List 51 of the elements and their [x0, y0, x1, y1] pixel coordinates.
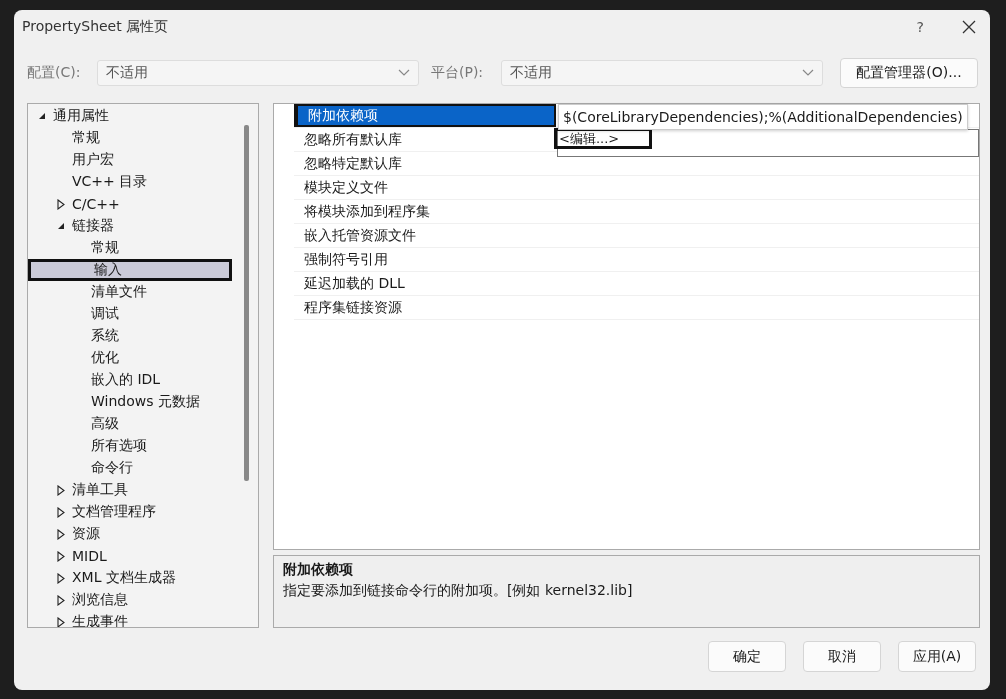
tree-item[interactable]: 高级 — [28, 413, 232, 435]
tree-item[interactable]: 命令行 — [28, 457, 232, 479]
tree-item[interactable]: 浏览信息 — [28, 589, 232, 611]
property-name[interactable]: 延迟加载的 DLL — [294, 272, 556, 295]
property-name[interactable]: 附加依赖项 — [294, 104, 556, 127]
property-name[interactable]: 程序集链接资源 — [294, 296, 556, 319]
window-title: PropertySheet 属性页 — [22, 18, 170, 36]
tree-item[interactable]: 优化 — [28, 347, 232, 369]
property-name[interactable]: 忽略特定默认库 — [294, 152, 556, 175]
tree-item[interactable]: C/C++ — [28, 193, 232, 215]
platform-dropdown[interactable]: 不适用 — [501, 60, 823, 86]
tree-item[interactable]: XML 文档生成器 — [28, 567, 232, 589]
chevron-down-icon — [802, 69, 814, 77]
tree-item[interactable]: 清单工具 — [28, 479, 232, 501]
property-name[interactable]: 模块定义文件 — [294, 176, 556, 199]
property-name[interactable]: 嵌入托管资源文件 — [294, 224, 556, 247]
tree-item[interactable]: 常规 — [28, 237, 232, 259]
tree-item[interactable]: 所有选项 — [28, 435, 232, 457]
description-title: 附加依赖项 — [283, 561, 354, 579]
property-name[interactable]: 将模块添加到程序集 — [294, 200, 556, 223]
tree-item[interactable]: 调试 — [28, 303, 232, 325]
dialog-button[interactable]: 应用(A) — [898, 641, 976, 672]
tree-item[interactable]: 系统 — [28, 325, 232, 347]
tree-item[interactable]: 用户宏 — [28, 149, 232, 171]
tree-item[interactable]: 资源 — [28, 523, 232, 545]
property-name[interactable]: 强制符号引用 — [294, 248, 556, 271]
platform-label: 平台(P): — [431, 64, 485, 82]
description-text: 指定要添加到链接命令行的附加项。[例如 kernel32.lib] — [283, 582, 634, 600]
property-value-field[interactable]: $(CoreLibraryDependencies);%(AdditionalDependencies) — [558, 104, 968, 130]
property-name[interactable]: 忽略所有默认库 — [294, 128, 556, 151]
tree-item[interactable]: 嵌入的 IDL — [28, 369, 232, 391]
tree-item[interactable]: 生成事件 — [28, 611, 232, 627]
tree-item[interactable]: VC++ 目录 — [28, 171, 232, 193]
tree-item[interactable]: 清单文件 — [28, 281, 232, 303]
chevron-down-icon — [398, 69, 410, 77]
dialog-button[interactable]: 取消 — [803, 641, 881, 672]
tree-item[interactable]: 常规 — [28, 127, 232, 149]
configuration-dropdown[interactable]: 不适用 — [97, 60, 419, 86]
tree-item[interactable]: 链接器 — [28, 215, 232, 237]
config-manager-button[interactable]: 配置管理器(O)... — [840, 58, 978, 88]
dialog-button[interactable]: 确定 — [708, 641, 786, 672]
tree-item[interactable]: 文档管理程序 — [28, 501, 232, 523]
tree-item[interactable]: MIDL — [28, 545, 232, 567]
close-icon[interactable] — [962, 20, 976, 34]
help-button[interactable]: ? — [916, 19, 924, 35]
tree-item[interactable]: Windows 元数据 — [28, 391, 232, 413]
scrollbar-thumb[interactable] — [244, 125, 249, 481]
configuration-label: 配置(C): — [27, 64, 82, 82]
edit-option[interactable]: <编辑...> — [554, 128, 653, 149]
tree-item[interactable]: 输入 — [28, 259, 232, 281]
tree-item[interactable]: 通用属性 — [28, 105, 232, 127]
